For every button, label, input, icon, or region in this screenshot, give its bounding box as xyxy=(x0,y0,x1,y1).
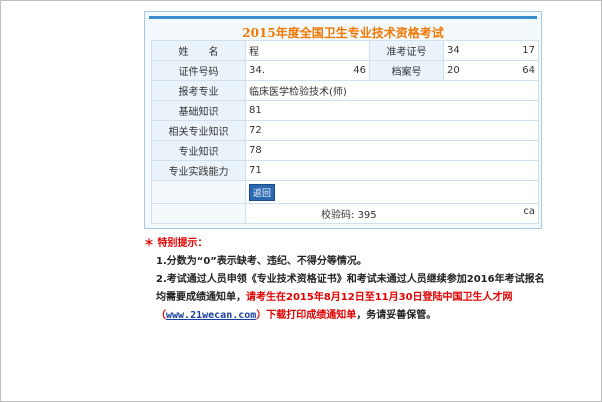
table-row: 专业实践能力 71 xyxy=(151,160,539,181)
note-item-2: 2.考试通过人员申领《专业技术资格证书》和考试未通过人员继续参加2016年考试报… xyxy=(144,271,554,325)
specialty-value: 临床医学检验技术(师) xyxy=(245,80,539,101)
professional-knowledge-label: 专业知识 xyxy=(151,140,246,161)
basic-knowledge-score: 81 xyxy=(245,100,539,121)
basic-knowledge-label: 基础知识 xyxy=(151,100,246,121)
id-no-label: 证件号码 xyxy=(151,60,246,81)
name-label: 姓 名 xyxy=(151,40,246,61)
table-row: 校验码: 395 ca xyxy=(151,203,539,224)
score-table: 姓 名 程 准考证号 34 17 证件号码 34. 46 档案号 20 64 报… xyxy=(151,40,539,224)
checksum-value: 395 xyxy=(357,210,377,221)
file-no-label: 档案号 xyxy=(369,60,444,81)
panel-top-bar xyxy=(149,16,537,19)
note-item-1: 1.分数为“0”表示缺考、违纪、不得分等情况。 xyxy=(156,256,367,267)
table-row: 相关专业知识 72 xyxy=(151,120,539,141)
practice-ability-score: 71 xyxy=(245,160,539,181)
empty-cell xyxy=(151,180,246,204)
specialty-label: 报考专业 xyxy=(151,80,246,101)
score-panel: 2015年度全国卫生专业技术资格考试 姓 名 程 准考证号 34 17 证件号码 xyxy=(144,11,542,229)
checksum-cell: 校验码: 395 ca xyxy=(245,203,539,224)
name-value: 程 xyxy=(245,40,370,61)
table-row: 基础知识 81 xyxy=(151,100,539,121)
special-notes: ＊ 特别提示： 1.分数为“0”表示缺考、违纪、不得分等情况。 2.考试通过人员… xyxy=(144,235,554,325)
page-title: 2015年度全国卫生专业技术资格考试 xyxy=(242,26,444,40)
exam-no-value-start: 34 xyxy=(447,45,460,56)
related-knowledge-score: 72 xyxy=(245,120,539,141)
checksum-suffix: ca xyxy=(523,206,535,217)
table-row: 姓 名 程 准考证号 34 17 xyxy=(151,40,539,61)
notes-heading: ＊ 特别提示： xyxy=(144,238,208,249)
file-no-cell: 20 64 xyxy=(443,60,539,81)
professional-knowledge-score: 78 xyxy=(245,140,539,161)
back-button[interactable]: 返回 xyxy=(249,183,276,201)
exam-no-value-end: 17 xyxy=(522,45,535,56)
file-no-value-start: 20 xyxy=(447,65,460,76)
id-no-value-end: 46 xyxy=(353,65,366,76)
file-no-value-end: 64 xyxy=(522,65,535,76)
exam-no-cell: 34 17 xyxy=(443,40,539,61)
exam-no-label: 准考证号 xyxy=(369,40,444,61)
id-no-cell: 34. 46 xyxy=(245,60,370,81)
checksum-label: 校验码: xyxy=(321,210,355,221)
id-no-value-start: 34. xyxy=(249,65,265,76)
back-button-cell: 返回 xyxy=(245,180,539,204)
note-item-2-highlight-end: ）下载打印成绩通知单 xyxy=(256,310,357,321)
table-row: 报考专业 临床医学检验技术(师) xyxy=(151,80,539,101)
empty-cell xyxy=(151,203,246,224)
table-row: 专业知识 78 xyxy=(151,140,539,161)
website-link[interactable]: www.21wecan.com xyxy=(166,310,256,321)
table-row: 返回 xyxy=(151,180,539,204)
note-item-2-tail: ，务请妥善保管。 xyxy=(356,310,437,321)
related-knowledge-label: 相关专业知识 xyxy=(151,120,246,141)
practice-ability-label: 专业实践能力 xyxy=(151,160,246,181)
table-row: 证件号码 34. 46 档案号 20 64 xyxy=(151,60,539,81)
